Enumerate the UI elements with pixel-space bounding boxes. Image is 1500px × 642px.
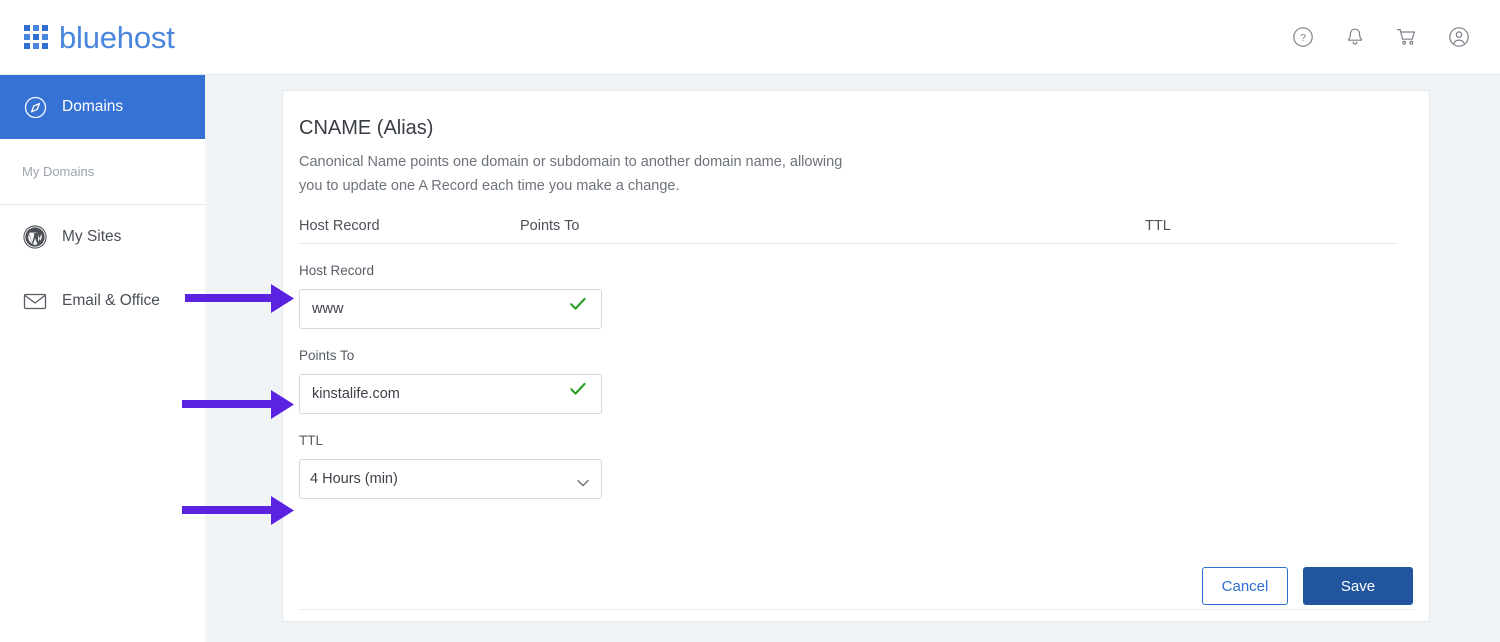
host-record-label: Host Record [299, 263, 1397, 278]
sidebar-item-my-sites[interactable]: My Sites [0, 205, 205, 269]
card-actions: Cancel Save [1202, 567, 1413, 605]
points-to-label: Points To [299, 348, 1397, 363]
main-content: CNAME (Alias) Canonical Name points one … [205, 75, 1500, 642]
card-description: Canonical Name points one domain or subd… [299, 151, 859, 199]
brand-logo[interactable]: bluehost [24, 22, 175, 53]
points-to-input-wrap [299, 374, 602, 414]
sidebar-item-my-domains[interactable]: My Domains [0, 139, 205, 205]
ttl-select[interactable]: 4 Hours (min) [299, 459, 602, 499]
column-header-ttl: TTL [1145, 218, 1171, 234]
column-header-points-to: Points To [520, 218, 1145, 234]
top-header: bluehost ? [0, 0, 1500, 75]
envelope-icon [22, 288, 48, 314]
points-to-input[interactable] [299, 374, 602, 414]
sidebar-item-email-office[interactable]: Email & Office [0, 269, 205, 333]
sidebar-item-label-my-sites: My Sites [62, 228, 121, 246]
help-icon[interactable]: ? [1290, 24, 1316, 50]
cname-record-card: CNAME (Alias) Canonical Name points one … [282, 90, 1430, 622]
ttl-select-wrap: 4 Hours (min) [299, 459, 602, 499]
account-icon[interactable] [1446, 24, 1472, 50]
svg-text:?: ? [1300, 32, 1306, 44]
cancel-button[interactable]: Cancel [1202, 567, 1288, 605]
page-title: CNAME (Alias) [299, 117, 1397, 140]
sidebar-item-domains[interactable]: Domains [0, 75, 205, 139]
sidebar: Domains My Domains My Sites Email & Offi… [0, 75, 205, 642]
sidebar-item-label-domains: Domains [62, 98, 123, 116]
sidebar-item-label-email-office: Email & Office [62, 292, 160, 310]
header-icon-group: ? [1290, 24, 1472, 50]
host-record-input-wrap [299, 289, 602, 329]
host-record-field-group: Host Record [299, 263, 1397, 329]
points-to-field-group: Points To [299, 348, 1397, 414]
bell-icon[interactable] [1342, 24, 1368, 50]
wordpress-icon [22, 224, 48, 250]
column-header-host-record: Host Record [299, 218, 520, 234]
sidebar-item-label-my-domains: My Domains [22, 164, 94, 179]
column-header-row: Host Record Points To TTL [299, 218, 1397, 244]
save-button[interactable]: Save [1303, 567, 1413, 605]
host-record-input[interactable] [299, 289, 602, 329]
grid-3x3-icon [24, 25, 48, 49]
card-footer-divider [299, 609, 1415, 610]
brand-name: bluehost [59, 22, 175, 53]
ttl-label: TTL [299, 433, 1397, 448]
ttl-field-group: TTL 4 Hours (min) [299, 433, 1397, 499]
compass-icon [22, 94, 48, 120]
cart-icon[interactable] [1394, 24, 1420, 50]
